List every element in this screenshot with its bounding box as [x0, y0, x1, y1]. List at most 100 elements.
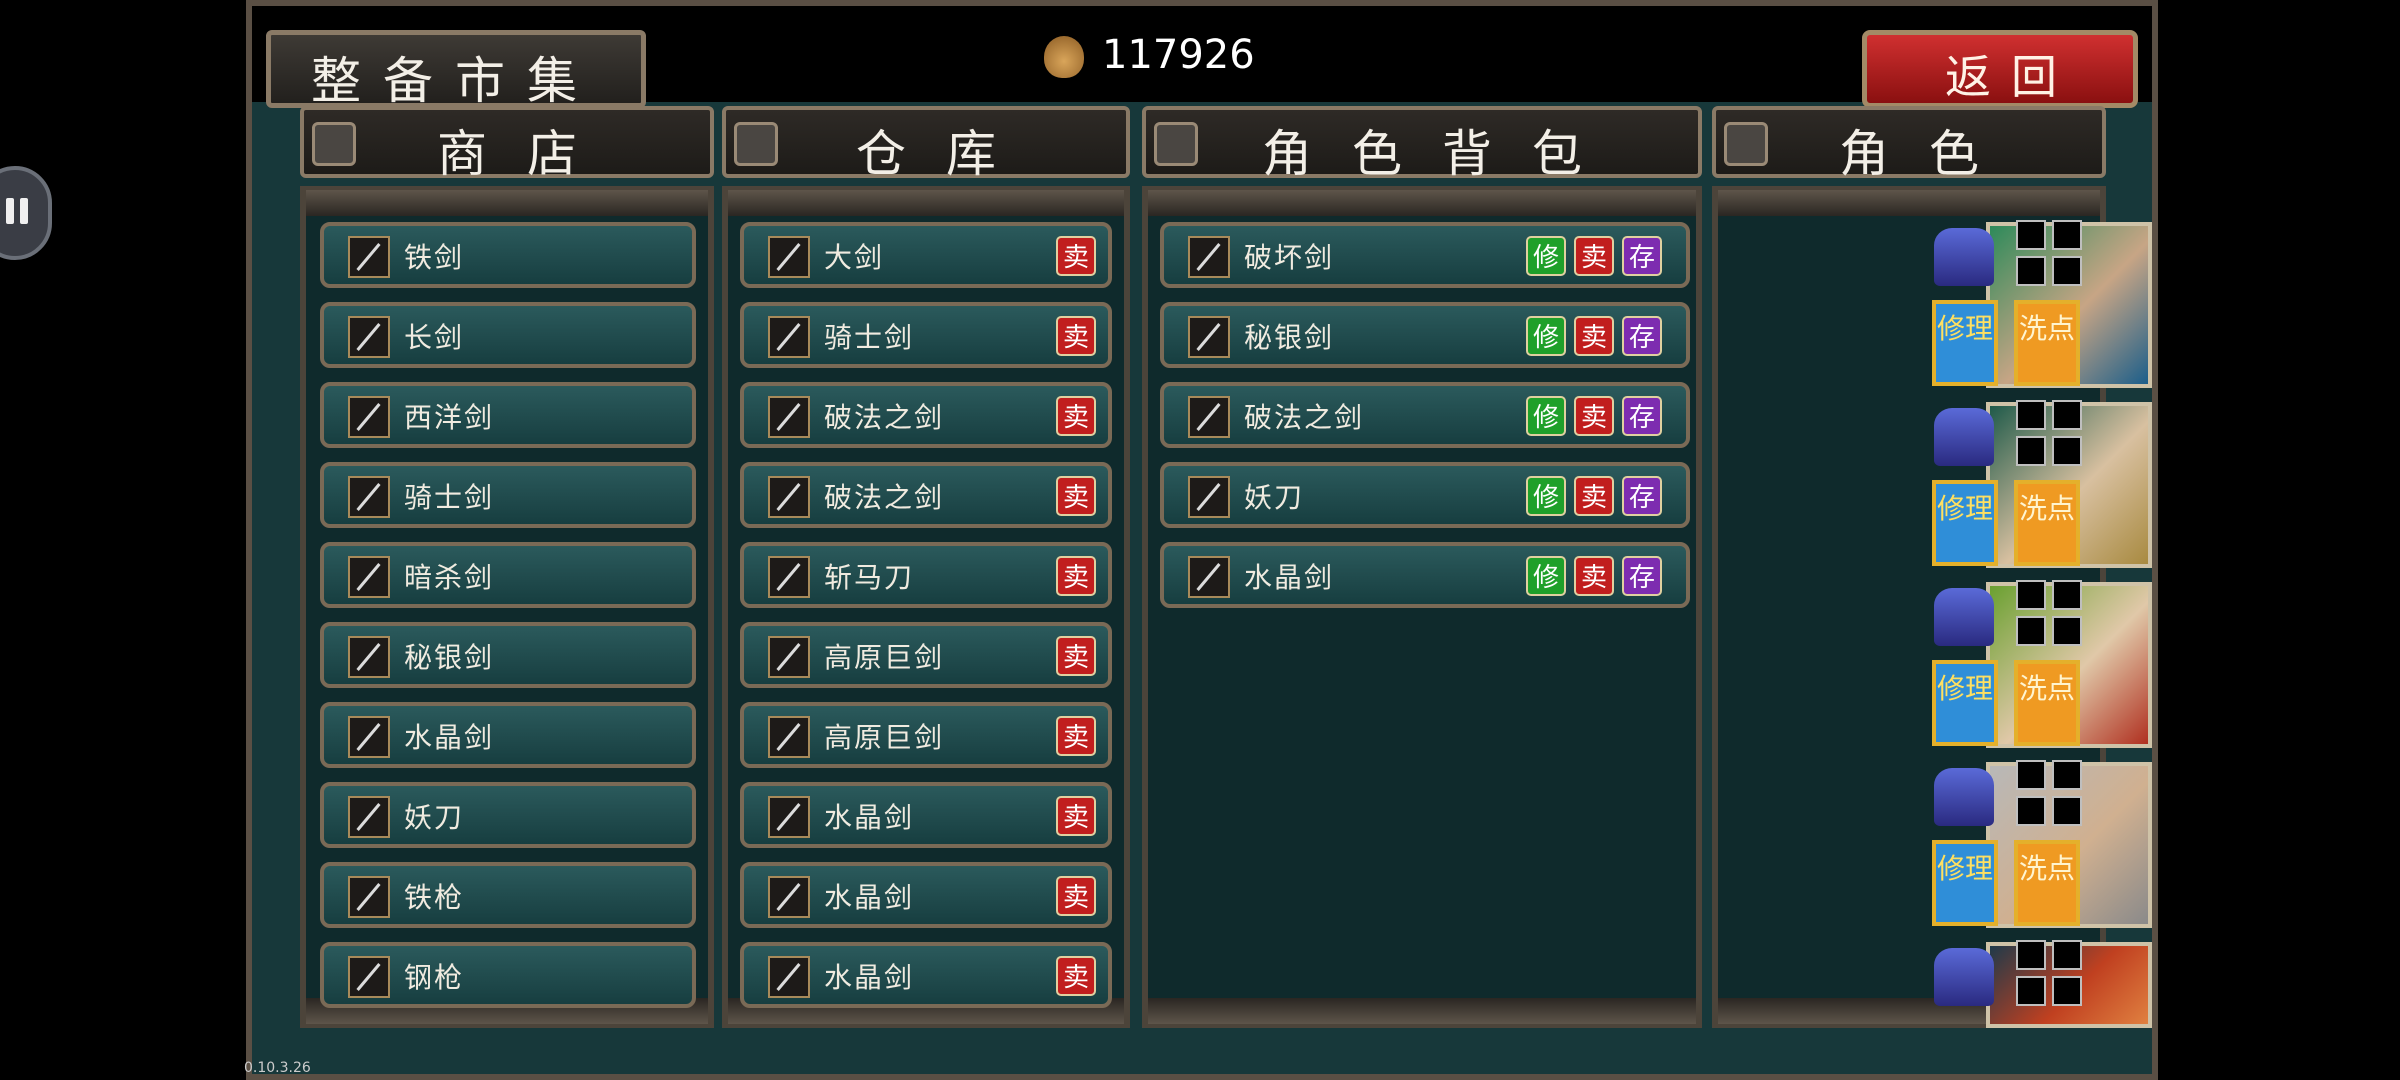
item-name: 水晶剑	[824, 881, 915, 914]
repair-button[interactable]: 修	[1526, 476, 1566, 516]
ornament	[1718, 190, 2100, 216]
reset-points-button[interactable]: 洗点	[2014, 660, 2080, 746]
item-name: 骑士剑	[824, 321, 915, 354]
item-name: 骑士剑	[404, 481, 495, 514]
item-name: 秘银剑	[1244, 321, 1335, 354]
warehouse-item[interactable]: 高原巨剑 卖	[740, 702, 1112, 768]
bag-item[interactable]: 破坏剑 修卖存	[1160, 222, 1690, 288]
repair-button[interactable]: 修	[1526, 236, 1566, 276]
bag-item[interactable]: 秘银剑 修卖存	[1160, 302, 1690, 368]
item-name: 秘银剑	[404, 641, 495, 674]
equip-slot[interactable]	[2016, 436, 2046, 466]
item-name: 破法之剑	[1244, 401, 1365, 434]
equip-slot[interactable]	[2016, 760, 2046, 790]
item-name: 水晶剑	[824, 801, 915, 834]
lance-icon	[348, 876, 390, 918]
sell-button[interactable]: 卖	[1574, 316, 1614, 356]
sword-icon	[348, 316, 390, 358]
equip-slot[interactable]	[2016, 940, 2046, 970]
sell-button[interactable]: 卖	[1574, 556, 1614, 596]
shop-item[interactable]: 长剑	[320, 302, 696, 368]
warehouse-item[interactable]: 大剑 卖	[740, 222, 1112, 288]
store-button[interactable]: 存	[1622, 236, 1662, 276]
sell-button[interactable]: 卖	[1056, 716, 1096, 756]
sell-button[interactable]: 卖	[1056, 556, 1096, 596]
equip-slot[interactable]	[2052, 580, 2082, 610]
equip-slot[interactable]	[2052, 796, 2082, 826]
equip-slot[interactable]	[2052, 220, 2082, 250]
warehouse-item[interactable]: 斩马刀 卖	[740, 542, 1112, 608]
equip-slot[interactable]	[2052, 760, 2082, 790]
shop-item[interactable]: 水晶剑	[320, 702, 696, 768]
equip-slot[interactable]	[2016, 256, 2046, 286]
repair-character-button[interactable]: 修理	[1932, 480, 1998, 566]
repair-button[interactable]: 修	[1526, 316, 1566, 356]
shop-item[interactable]: 西洋剑	[320, 382, 696, 448]
repair-button[interactable]: 修	[1526, 396, 1566, 436]
repair-button[interactable]: 修	[1526, 556, 1566, 596]
bag-item[interactable]: 水晶剑 修卖存	[1160, 542, 1690, 608]
gold-amount: 117926	[1102, 32, 1255, 78]
reset-points-button[interactable]: 洗点	[2014, 480, 2080, 566]
warehouse-item[interactable]: 破法之剑 卖	[740, 462, 1112, 528]
warehouse-item[interactable]: 水晶剑 卖	[740, 862, 1112, 928]
version-label: 0.10.3.26	[244, 1060, 311, 1076]
equip-slot[interactable]	[2016, 220, 2046, 250]
sell-button[interactable]: 卖	[1056, 316, 1096, 356]
equip-slot[interactable]	[2016, 976, 2046, 1006]
equip-slot[interactable]	[2052, 256, 2082, 286]
shop-item[interactable]: 妖刀	[320, 782, 696, 848]
ornament	[1148, 190, 1696, 216]
sell-button[interactable]: 卖	[1056, 956, 1096, 996]
shop-item[interactable]: 铁剑	[320, 222, 696, 288]
store-button[interactable]: 存	[1622, 556, 1662, 596]
sell-button[interactable]: 卖	[1056, 876, 1096, 916]
equip-slot[interactable]	[2052, 616, 2082, 646]
warehouse-item[interactable]: 水晶剑 卖	[740, 942, 1112, 1008]
sword-icon	[348, 636, 390, 678]
sell-button[interactable]: 卖	[1574, 476, 1614, 516]
reset-points-button[interactable]: 洗点	[2014, 300, 2080, 386]
shop-item[interactable]: 钢枪	[320, 942, 696, 1008]
equip-slot[interactable]	[2016, 616, 2046, 646]
repair-character-button[interactable]: 修理	[1932, 660, 1998, 746]
sell-button[interactable]: 卖	[1574, 396, 1614, 436]
warehouse-item[interactable]: 高原巨剑 卖	[740, 622, 1112, 688]
warehouse-item[interactable]: 骑士剑 卖	[740, 302, 1112, 368]
back-button[interactable]: 返回	[1862, 30, 2138, 108]
sell-button[interactable]: 卖	[1056, 236, 1096, 276]
sword-icon	[768, 236, 810, 278]
warehouse-item[interactable]: 破法之剑 卖	[740, 382, 1112, 448]
equip-slot[interactable]	[2052, 976, 2082, 1006]
sell-button[interactable]: 卖	[1056, 396, 1096, 436]
shop-header: 商店	[300, 106, 714, 183]
sell-button[interactable]: 卖	[1056, 796, 1096, 836]
shop-item[interactable]: 骑士剑	[320, 462, 696, 528]
store-button[interactable]: 存	[1622, 396, 1662, 436]
equip-slot[interactable]	[2052, 940, 2082, 970]
sell-button[interactable]: 卖	[1056, 636, 1096, 676]
equip-slot[interactable]	[2052, 400, 2082, 430]
store-button[interactable]: 存	[1622, 316, 1662, 356]
equip-slot[interactable]	[2016, 400, 2046, 430]
sell-button[interactable]: 卖	[1056, 476, 1096, 516]
shop-item[interactable]: 暗杀剑	[320, 542, 696, 608]
store-button[interactable]: 存	[1622, 476, 1662, 516]
bag-item[interactable]: 破法之剑 修卖存	[1160, 382, 1690, 448]
item-name: 钢枪	[404, 961, 465, 994]
equip-slot[interactable]	[2016, 580, 2046, 610]
equip-slot[interactable]	[2052, 436, 2082, 466]
repair-character-button[interactable]: 修理	[1932, 300, 1998, 386]
equip-slot[interactable]	[2016, 796, 2046, 826]
sell-button[interactable]: 卖	[1574, 236, 1614, 276]
reset-points-button[interactable]: 洗点	[2014, 840, 2080, 926]
warehouse-item[interactable]: 水晶剑 卖	[740, 782, 1112, 848]
shop-item[interactable]: 铁枪	[320, 862, 696, 928]
bag-item[interactable]: 妖刀 修卖存	[1160, 462, 1690, 528]
shop-item[interactable]: 秘银剑	[320, 622, 696, 688]
item-name: 水晶剑	[1244, 561, 1335, 594]
item-name: 斩马刀	[824, 561, 915, 594]
pause-button[interactable]	[0, 166, 52, 260]
repair-character-button[interactable]: 修理	[1932, 840, 1998, 926]
character-sprite	[1934, 948, 1994, 1006]
